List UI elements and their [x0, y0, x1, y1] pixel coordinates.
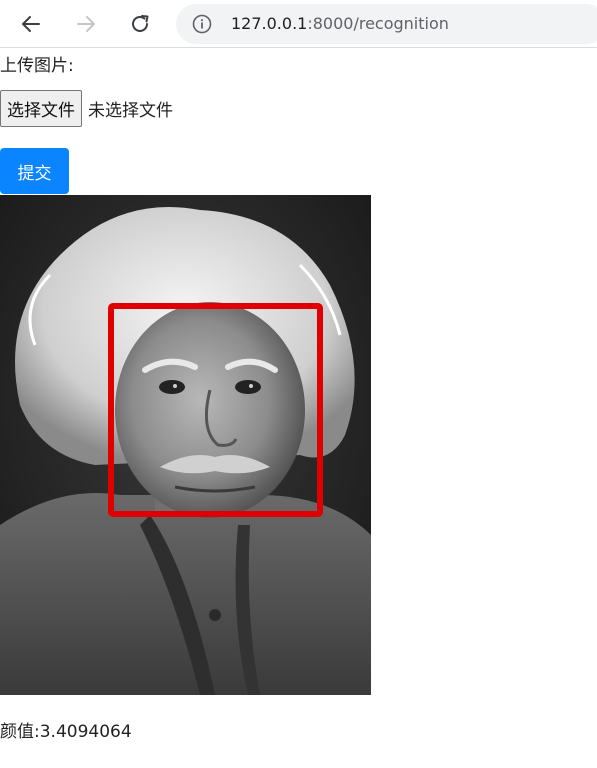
- page-content: 上传图片: 选择文件 未选择文件 提交 颜值:3.4094064: [0, 49, 597, 768]
- address-bar[interactable]: 127.0.0.1:8000/recognition: [176, 4, 597, 44]
- reload-button[interactable]: [124, 8, 156, 40]
- back-button[interactable]: [15, 8, 47, 40]
- url-text[interactable]: 127.0.0.1:8000/recognition: [231, 14, 449, 34]
- info-icon[interactable]: [192, 14, 212, 34]
- result-image: [0, 195, 371, 695]
- back-arrow-icon: [22, 16, 40, 32]
- choose-file-button[interactable]: 选择文件: [0, 90, 82, 127]
- score-label: 颜值:: [0, 722, 40, 742]
- forward-arrow-icon: [77, 16, 95, 32]
- url-path: :8000/recognition: [307, 14, 449, 33]
- url-host: 127.0.0.1: [231, 14, 308, 33]
- submit-button[interactable]: 提交: [0, 148, 69, 194]
- file-status-text: 未选择文件: [88, 101, 173, 121]
- upload-label: 上传图片:: [0, 56, 74, 76]
- browser-toolbar: 127.0.0.1:8000/recognition: [0, 0, 597, 48]
- portrait-photo: [0, 195, 371, 695]
- reload-icon: [132, 15, 149, 32]
- forward-button[interactable]: [70, 8, 102, 40]
- score-line: 颜值:3.4094064: [0, 721, 132, 743]
- score-value: 3.4094064: [39, 722, 132, 742]
- file-input[interactable]: 选择文件 未选择文件: [0, 90, 173, 127]
